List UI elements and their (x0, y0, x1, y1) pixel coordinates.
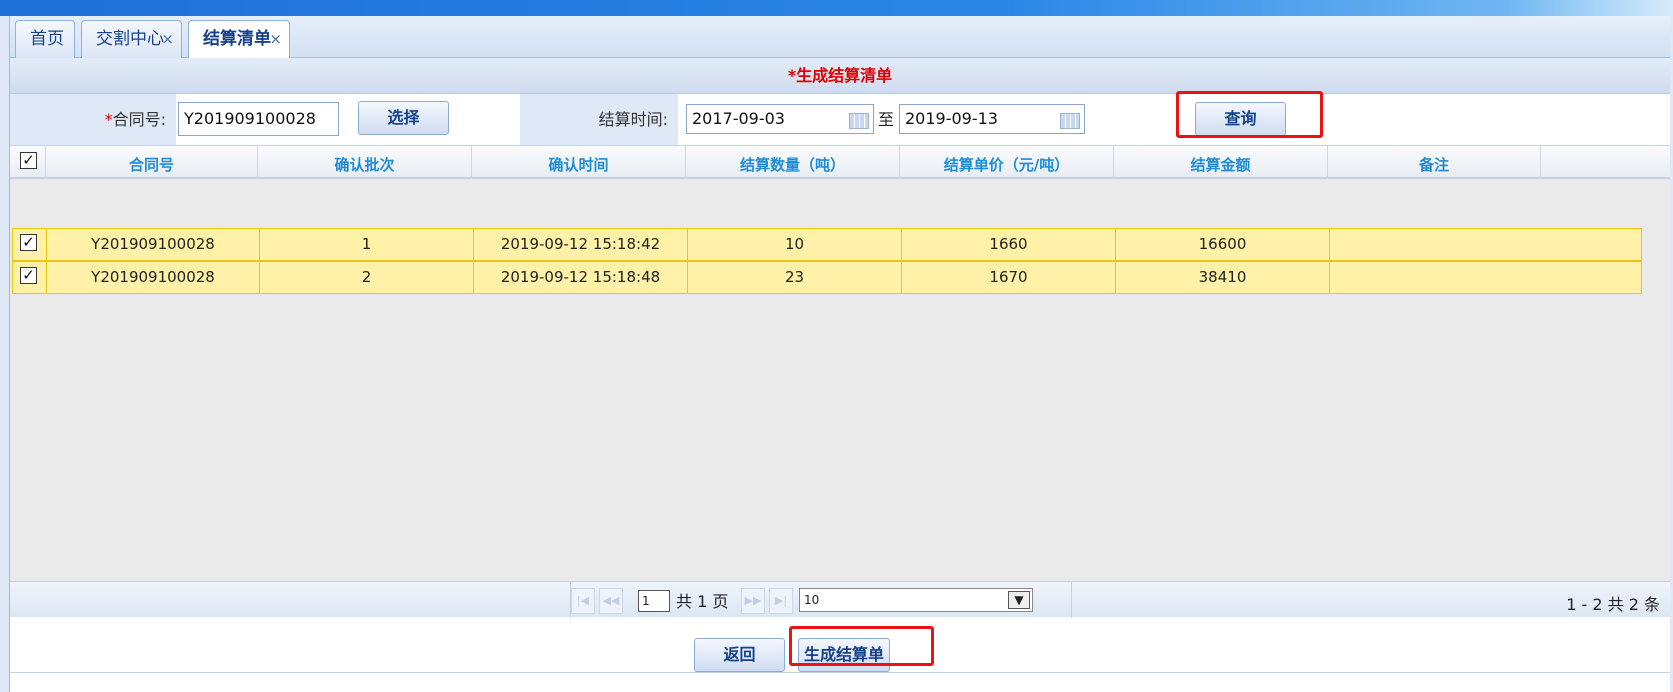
column-header[interactable]: 结算数量（吨） (686, 146, 900, 179)
row-checkbox[interactable]: ✓ (20, 234, 37, 251)
page-size-select[interactable]: 10 ▼ (799, 588, 1033, 612)
total-pages-text: 共 1 页 (676, 592, 729, 611)
select-button[interactable]: 选择 (358, 101, 449, 135)
required-mark: * (104, 110, 113, 129)
next-page-icon[interactable]: ▶▶ (741, 588, 765, 614)
pagination-bar: |◀ ◀◀ 1 共 1 页 ▶▶ ▶| 10 ▼ 1 - 2 共 2 条 (10, 581, 1670, 618)
column-header[interactable]: 结算金额 (1114, 146, 1328, 179)
tab-label: 交割中心 (96, 29, 164, 49)
amount-cell: 38410 (1116, 262, 1330, 293)
highlight-box (789, 626, 934, 666)
price-cell: 1670 (902, 262, 1116, 293)
record-count: 1 - 2 共 2 条 (1566, 595, 1660, 614)
tab-delivery-center[interactable]: 交割中心 × (81, 20, 182, 58)
prev-page-icon[interactable]: ◀◀ (599, 588, 623, 614)
column-header[interactable]: 结算单价（元/吨） (900, 146, 1114, 179)
qty-cell: 10 (688, 229, 902, 260)
column-header[interactable]: 备注 (1328, 146, 1541, 179)
time-cell: 2019-09-12 15:18:48 (474, 262, 688, 293)
contract-cell: Y201909100028 (47, 262, 260, 293)
close-icon[interactable]: × (161, 21, 174, 57)
data-grid: ✓ 合同号 确认批次 确认时间 结算数量（吨） 结算单价（元/吨） 结算金额 备… (10, 146, 1670, 581)
contract-input[interactable]: Y201909100028 (178, 102, 339, 136)
calendar-icon[interactable] (849, 113, 869, 129)
window-top-bar (0, 0, 1673, 16)
section-title: *生成结算清单 (10, 58, 1670, 94)
column-header[interactable]: 确认时间 (472, 146, 686, 179)
page-number-input[interactable]: 1 (638, 590, 670, 612)
batch-cell: 1 (260, 229, 474, 260)
contract-cell: Y201909100028 (47, 229, 260, 260)
grid-header: ✓ 合同号 确认批次 确认时间 结算数量（吨） 结算单价（元/吨） 结算金额 备… (10, 146, 1670, 179)
highlight-box (1176, 91, 1323, 138)
price-cell: 1660 (902, 229, 1116, 260)
calendar-icon[interactable] (1060, 113, 1080, 129)
date-separator: 至 (878, 110, 895, 129)
date-from-input[interactable]: 2017-09-03 (686, 104, 874, 134)
column-header[interactable]: 合同号 (45, 146, 258, 179)
row-checkbox[interactable]: ✓ (20, 267, 37, 284)
row-check-cell: ✓ (13, 262, 47, 293)
select-all-checkbox[interactable]: ✓ (20, 152, 37, 169)
amount-cell: 16600 (1116, 229, 1330, 260)
tab-label: 首页 (30, 29, 64, 49)
chevron-down-icon[interactable]: ▼ (1008, 591, 1030, 609)
first-page-icon[interactable]: |◀ (571, 588, 595, 614)
search-form: *合同号: Y201909100028 选择 结算时间: 2017-09-03 … (10, 91, 1670, 146)
qty-cell: 23 (688, 262, 902, 293)
footer-bar: 返回 生成结算单 (10, 626, 1670, 672)
tab-label: 结算清单 (203, 29, 271, 49)
batch-cell: 2 (260, 262, 474, 293)
tab-settlement-list[interactable]: 结算清单 × (188, 20, 290, 60)
close-icon[interactable]: × (269, 21, 282, 57)
main-panel: *生成结算清单 *合同号: Y201909100028 选择 结算时间: 201… (10, 58, 1670, 634)
remark-cell (1330, 229, 1541, 260)
time-cell: 2019-09-12 15:18:42 (474, 229, 688, 260)
table-row[interactable]: ✓ Y201909100028 2 2019-09-12 15:18:48 23… (12, 261, 1642, 294)
remark-cell (1330, 262, 1541, 293)
pager-controls: |◀ ◀◀ 1 共 1 页 ▶▶ ▶| 10 ▼ (570, 582, 1072, 618)
tab-home[interactable]: 首页 (15, 20, 75, 58)
bottom-edge (10, 672, 1670, 692)
back-button[interactable]: 返回 (694, 638, 785, 672)
last-page-icon[interactable]: ▶| (769, 588, 793, 614)
table-row[interactable]: ✓ Y201909100028 1 2019-09-12 15:18:42 10… (12, 228, 1642, 261)
settle-time-label: 结算时间: (520, 94, 678, 145)
row-check-cell: ✓ (13, 229, 47, 260)
date-to-input[interactable]: 2019-09-13 (899, 104, 1085, 134)
column-header[interactable]: 确认批次 (258, 146, 472, 179)
contract-label: *合同号: (10, 94, 176, 145)
